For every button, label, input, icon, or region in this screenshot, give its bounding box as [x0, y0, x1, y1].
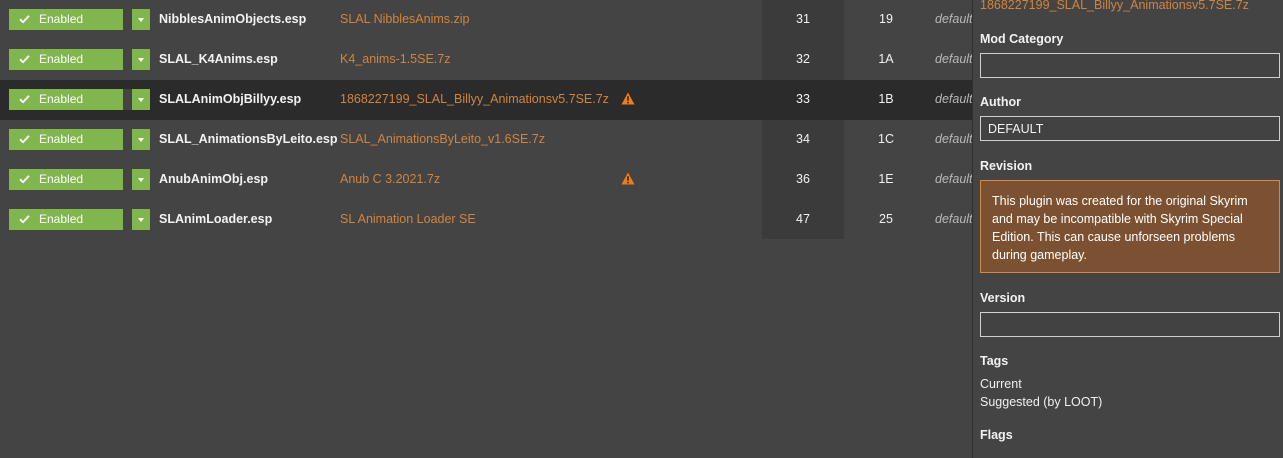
- plugin-row[interactable]: Enabled SLAnimLoader.esp SL Animation Load…: [0, 200, 972, 240]
- priority-cell: 33: [796, 92, 810, 106]
- mod-link[interactable]: SLAL_AnimationsByLeito_v1.6SE.7z: [340, 132, 545, 146]
- plugin-list: Enabled NibblesAnimObjects.esp SLAL Nibble…: [0, 0, 972, 458]
- revision-label: Revision: [980, 159, 1033, 173]
- tag-suggested: Suggested (by LOOT): [980, 395, 1103, 409]
- enable-dropdown-button[interactable]: [132, 169, 150, 190]
- plugin-name: AnubAnimObj.esp: [159, 172, 269, 186]
- tag-current: Current: [980, 377, 1022, 391]
- mod-category-field[interactable]: [980, 53, 1280, 78]
- enable-dropdown-button[interactable]: [132, 129, 150, 150]
- enable-label: Enabled: [39, 212, 84, 226]
- priority-cell: 47: [796, 212, 810, 226]
- priority-cell: 32: [796, 52, 810, 66]
- check-icon: [19, 15, 30, 24]
- divider: [123, 129, 132, 150]
- plugin-row[interactable]: Enabled NibblesAnimObjects.esp SLAL Nibble…: [0, 0, 972, 40]
- mod-link[interactable]: SL Animation Loader SE: [340, 212, 476, 226]
- mod-link[interactable]: SLAL NibblesAnims.zip: [340, 12, 469, 26]
- warning-triangle-icon[interactable]: [621, 172, 635, 185]
- flags-cell: default: [935, 172, 972, 186]
- source-mod-link[interactable]: 1868227199_SLAL_Billyy_Animationsv5.7SE.…: [980, 0, 1249, 12]
- compatibility-warning-notice: This plugin was created for the original…: [980, 180, 1280, 273]
- flags-cell: default: [935, 12, 972, 26]
- divider: [123, 9, 132, 30]
- enable-toggle-button[interactable]: Enabled: [9, 89, 150, 110]
- flags-cell: default: [935, 92, 972, 106]
- plugin-row[interactable]: Enabled SLAL_AnimationsByLeito.esp SLAL_An…: [0, 120, 972, 160]
- enable-label: Enabled: [39, 92, 84, 106]
- plugin-name: SLALAnimObjBillyy.esp: [159, 92, 302, 106]
- mod-link[interactable]: K4_anims-1.5SE.7z: [340, 52, 450, 66]
- divider: [123, 89, 132, 110]
- flags-cell: default: [935, 212, 972, 226]
- index-cell: 25: [879, 212, 893, 226]
- flags-cell: default: [935, 132, 972, 146]
- check-icon: [19, 95, 30, 104]
- enable-label: Enabled: [39, 52, 84, 66]
- mod-link[interactable]: Anub C 3.2021.7z: [340, 172, 440, 186]
- enable-dropdown-button[interactable]: [132, 209, 150, 230]
- index-cell: 19: [879, 12, 893, 26]
- enable-toggle-button[interactable]: Enabled: [9, 129, 150, 150]
- check-icon: [19, 175, 30, 184]
- priority-cell: 36: [796, 172, 810, 186]
- mod-link[interactable]: 1868227199_SLAL_Billyy_Animationsv5.7SE.…: [340, 92, 609, 106]
- enable-toggle-button[interactable]: Enabled: [9, 9, 150, 30]
- tags-label: Tags: [980, 354, 1009, 368]
- divider: [123, 169, 132, 190]
- chevron-down-icon: [138, 218, 144, 222]
- flags-label: Flags: [980, 428, 1013, 442]
- details-panel: 1868227199_SLAL_Billyy_Animationsv5.7SE.…: [972, 0, 1283, 458]
- index-cell: 1C: [878, 132, 894, 146]
- check-icon: [19, 135, 30, 144]
- divider: [123, 209, 132, 230]
- priority-cell: 34: [796, 132, 810, 146]
- enable-dropdown-button[interactable]: [132, 9, 150, 30]
- index-cell: 1E: [878, 172, 894, 186]
- divider: [123, 49, 132, 70]
- priority-cell: 31: [796, 12, 810, 26]
- plugin-name: SLAL_K4Anims.esp: [159, 52, 278, 66]
- enable-label: Enabled: [39, 172, 84, 186]
- plugin-row[interactable]: Enabled AnubAnimObj.esp Anub C 3.2021.7z 36…: [0, 160, 972, 200]
- author-field[interactable]: DEFAULT: [980, 116, 1280, 141]
- chevron-down-icon: [138, 138, 144, 142]
- enable-toggle-button[interactable]: Enabled: [9, 49, 150, 70]
- index-cell: 1B: [878, 92, 894, 106]
- check-icon: [19, 55, 30, 64]
- author-label: Author: [980, 95, 1021, 109]
- plugin-name: SLAnimLoader.esp: [159, 212, 273, 226]
- plugin-row[interactable]: Enabled SLAL_K4Anims.esp K4_anims-1.5SE.7z…: [0, 40, 972, 80]
- chevron-down-icon: [138, 58, 144, 62]
- plugin-name: SLAL_AnimationsByLeito.esp: [159, 132, 338, 146]
- enable-label: Enabled: [39, 12, 84, 26]
- plugin-name: NibblesAnimObjects.esp: [159, 12, 307, 26]
- plugin-row[interactable]: Enabled SLALAnimObjBillyy.esp 1868227199_S…: [0, 80, 972, 120]
- enable-toggle-button[interactable]: Enabled: [9, 209, 150, 230]
- flags-cell: default: [935, 52, 972, 66]
- index-cell: 1A: [878, 52, 894, 66]
- enable-dropdown-button[interactable]: [132, 49, 150, 70]
- mod-category-label: Mod Category: [980, 32, 1064, 46]
- enable-toggle-button[interactable]: Enabled: [9, 169, 150, 190]
- version-label: Version: [980, 291, 1026, 305]
- version-field[interactable]: [980, 312, 1280, 337]
- chevron-down-icon: [138, 178, 144, 182]
- enable-dropdown-button[interactable]: [132, 89, 150, 110]
- enable-label: Enabled: [39, 132, 84, 146]
- check-icon: [19, 215, 30, 224]
- chevron-down-icon: [138, 98, 144, 102]
- chevron-down-icon: [138, 18, 144, 22]
- warning-triangle-icon[interactable]: [621, 92, 635, 105]
